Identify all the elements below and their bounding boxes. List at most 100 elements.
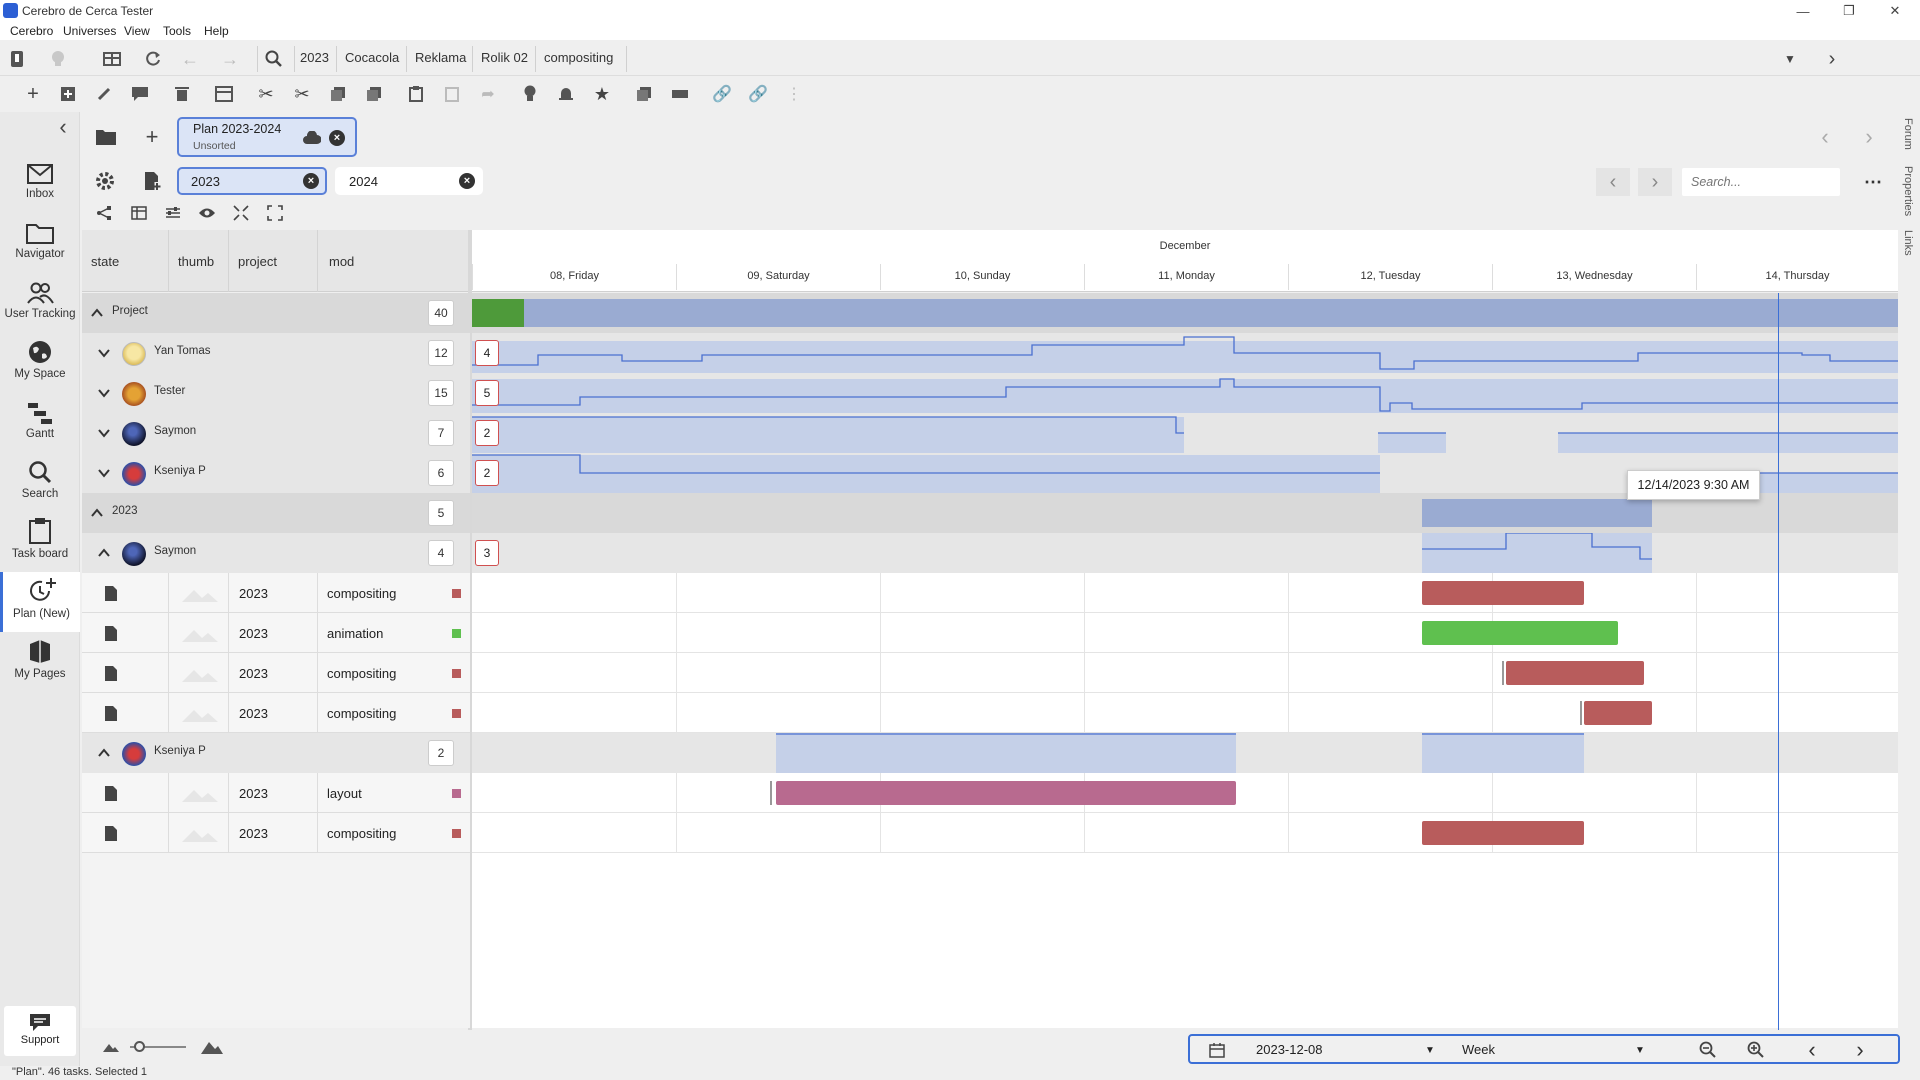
archive-icon[interactable] [210, 80, 238, 108]
copy-icon[interactable] [324, 80, 352, 108]
sidebar-item-gantt[interactable]: Gantt [0, 392, 80, 452]
comment-icon[interactable] [126, 80, 154, 108]
sidebar-item-my-pages[interactable]: My Pages [0, 632, 80, 692]
table-view-icon[interactable] [127, 201, 151, 225]
bell-icon[interactable] [552, 80, 580, 108]
user-row-saymon-2023[interactable]: Saymon 4 [82, 533, 470, 573]
zoom-in-icon[interactable] [1746, 1040, 1766, 1060]
user-row-tester[interactable]: Tester 15 [82, 373, 470, 413]
sidebar-item-inbox[interactable]: Inbox [0, 152, 80, 212]
table-row[interactable]: 2023 compositing [82, 653, 470, 693]
filter-chip-2024[interactable]: 2024 × [335, 167, 483, 195]
table-row[interactable]: 2023 compositing [82, 693, 470, 733]
open-folder-icon[interactable] [92, 123, 120, 151]
sidebar-item-search[interactable]: Search [0, 452, 80, 512]
chevron-down-icon[interactable] [97, 386, 111, 400]
sidebar-item-user-tracking[interactable]: User Tracking [0, 272, 80, 332]
task-bar-compositing[interactable] [1422, 581, 1584, 605]
settings-gear-icon[interactable] [91, 167, 119, 195]
unlink-icon[interactable]: 🔗 [744, 80, 772, 108]
breadcrumb-reklama[interactable]: Reklama [415, 50, 466, 65]
chevron-up-icon[interactable] [90, 506, 104, 520]
app-menu-icon[interactable] [3, 45, 31, 73]
copy-link-icon[interactable] [360, 80, 388, 108]
close-tab-icon[interactable]: × [329, 130, 345, 146]
minimize-icon[interactable]: — [1788, 2, 1818, 20]
tab-plan-2023-2024[interactable]: Plan 2023-2024 Unsorted × [177, 117, 357, 157]
task-bar-compositing[interactable] [1584, 701, 1652, 725]
thumb-large-icon[interactable] [200, 1036, 224, 1058]
tabs-scroll-left-icon[interactable]: ‹ [1812, 124, 1838, 150]
collapse-sidebar-icon[interactable]: ‹ [52, 114, 74, 139]
redo-icon[interactable]: ➦ [474, 80, 502, 108]
breadcrumb-cocacola[interactable]: Cocacola [345, 50, 399, 65]
sidebar-item-my-space[interactable]: My Space [0, 332, 80, 392]
cut-icon[interactable]: ✂ [252, 80, 280, 108]
next-period-icon[interactable]: › [1850, 1037, 1870, 1062]
date-field[interactable]: 2023-12-08 [1256, 1042, 1323, 1057]
support-button[interactable]: Support [4, 1006, 76, 1056]
column-header-thumb[interactable]: thumb [178, 254, 214, 269]
menu-tools[interactable]: Tools [163, 24, 191, 38]
star-icon[interactable]: ★ [588, 80, 616, 108]
chevron-down-icon[interactable] [97, 426, 111, 440]
zoom-out-icon[interactable] [1698, 1040, 1718, 1060]
page-next-icon[interactable]: › [1638, 168, 1672, 196]
dropdown-arrow-icon[interactable]: ▼ [1776, 45, 1804, 73]
task-bar-animation[interactable] [1422, 621, 1618, 645]
search-icon[interactable] [260, 45, 288, 73]
breadcrumb-rolik02[interactable]: Rolik 02 [481, 50, 528, 65]
menu-universes[interactable]: Universes [63, 24, 116, 38]
chevron-right-icon[interactable]: › [1818, 45, 1846, 73]
link-icon[interactable]: 🔗 [708, 80, 736, 108]
copy-tasks-icon[interactable] [630, 80, 658, 108]
panels-icon[interactable] [98, 45, 126, 73]
group-row-project[interactable]: Project 40 [82, 293, 470, 333]
chevron-down-icon[interactable] [97, 346, 111, 360]
calendar-icon[interactable] [1208, 1041, 1226, 1059]
bulb-icon[interactable] [44, 45, 72, 73]
range-select[interactable]: Week [1462, 1042, 1495, 1057]
remove-filter-2024-icon[interactable]: × [459, 173, 475, 189]
back-icon[interactable]: ← [176, 45, 204, 73]
menu-view[interactable]: View [124, 24, 150, 38]
slider-handle[interactable] [134, 1041, 145, 1052]
chevron-up-icon[interactable] [90, 306, 104, 320]
user-row-saymon[interactable]: Saymon 7 [82, 413, 470, 453]
lightbulb-icon[interactable] [516, 80, 544, 108]
search-input[interactable] [1682, 168, 1840, 196]
breadcrumb-compositing[interactable]: compositing [544, 50, 613, 65]
forward-icon[interactable]: → [216, 45, 244, 73]
sidebar-item-navigator[interactable]: Navigator [0, 212, 80, 272]
table-row[interactable]: 2023 animation [82, 613, 470, 653]
panel-tab-links[interactable]: Links [1902, 230, 1914, 256]
panel-tab-forum[interactable]: Forum [1902, 118, 1914, 150]
move-icon[interactable] [666, 80, 694, 108]
chevron-up-icon[interactable] [97, 546, 111, 560]
remove-filter-2023-icon[interactable]: × [303, 173, 319, 189]
user-row-kseniya-2023[interactable]: Kseniya P 2 [82, 733, 470, 773]
add-filter-icon[interactable] [139, 167, 167, 195]
more-vertical-icon[interactable]: ⋮ [780, 80, 808, 108]
filter-chip-2023[interactable]: 2023 × [177, 167, 327, 195]
eye-icon[interactable] [195, 201, 219, 225]
chevron-down-icon[interactable] [97, 466, 111, 480]
expand-all-icon[interactable] [263, 201, 287, 225]
tabs-scroll-right-icon[interactable]: › [1856, 124, 1882, 150]
date-dropdown-icon[interactable]: ▼ [1422, 1042, 1438, 1058]
refresh-icon[interactable] [139, 45, 167, 73]
table-row[interactable]: 2023 compositing [82, 573, 470, 613]
range-dropdown-icon[interactable]: ▼ [1632, 1042, 1648, 1058]
user-row-yan-tomas[interactable]: Yan Tomas 12 [82, 333, 470, 373]
column-header-mod[interactable]: mod [329, 254, 354, 269]
user-row-kseniya-p[interactable]: Kseniya P 6 [82, 453, 470, 493]
sidebar-item-plan-new[interactable]: Plan (New) [0, 572, 80, 632]
breadcrumb-2023[interactable]: 2023 [300, 50, 329, 65]
close-icon[interactable]: ✕ [1880, 2, 1910, 20]
menu-cerebro[interactable]: Cerebro [10, 24, 53, 38]
tree-view-icon[interactable] [92, 201, 116, 225]
column-header-state[interactable]: state [91, 254, 119, 269]
paste-icon[interactable] [402, 80, 430, 108]
panel-tab-properties[interactable]: Properties [1902, 166, 1914, 216]
more-options-icon[interactable]: ⋯ [1860, 170, 1886, 194]
